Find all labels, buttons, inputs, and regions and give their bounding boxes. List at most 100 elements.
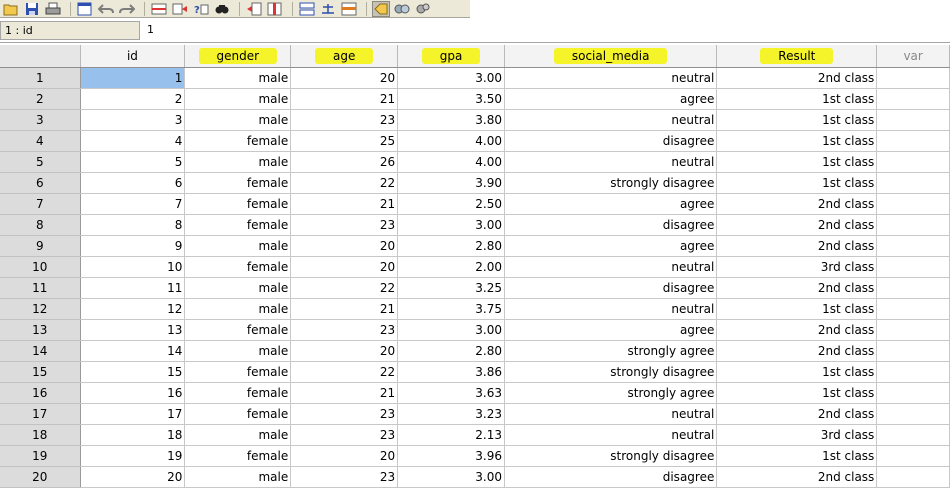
- cell-var-empty[interactable]: [876, 403, 950, 425]
- cell-var-empty[interactable]: [876, 109, 950, 131]
- cell-gender[interactable]: male: [184, 424, 292, 446]
- value-labels-icon[interactable]: [372, 0, 390, 17]
- cell-gpa[interactable]: 3.23: [397, 403, 505, 425]
- row-number[interactable]: 4: [0, 130, 81, 152]
- cell-gpa[interactable]: 3.80: [397, 109, 505, 131]
- corner-cell[interactable]: [0, 45, 81, 68]
- cell-age[interactable]: 23: [290, 466, 399, 488]
- cell-id[interactable]: 3: [80, 109, 186, 131]
- cell-gender[interactable]: female: [184, 319, 292, 341]
- save-icon[interactable]: [23, 1, 41, 17]
- cell-gender[interactable]: male: [184, 235, 292, 257]
- cell-social-media[interactable]: neutral: [504, 109, 718, 131]
- insert-cases-icon[interactable]: [245, 1, 263, 17]
- cell-result[interactable]: 2nd class: [716, 67, 878, 89]
- row-number[interactable]: 3: [0, 109, 81, 131]
- row-number[interactable]: 15: [0, 361, 81, 383]
- cell-age[interactable]: 23: [290, 109, 399, 131]
- use-sets-icon[interactable]: [393, 1, 411, 17]
- cell-gender[interactable]: male: [184, 277, 292, 299]
- dialog-recall-icon[interactable]: [76, 1, 94, 17]
- cell-social-media[interactable]: neutral: [504, 151, 718, 173]
- cell-id[interactable]: 13: [80, 319, 186, 341]
- cell-gender[interactable]: female: [184, 382, 292, 404]
- cell-var-empty[interactable]: [876, 67, 950, 89]
- find-icon[interactable]: [213, 1, 231, 17]
- row-number[interactable]: 17: [0, 403, 81, 425]
- cell-id[interactable]: 8: [80, 214, 186, 236]
- cell-result[interactable]: 1st class: [716, 151, 878, 173]
- cell-id[interactable]: 9: [80, 235, 186, 257]
- cell-var-empty[interactable]: [876, 172, 950, 194]
- cell-gpa[interactable]: 3.25: [397, 277, 505, 299]
- cell-result[interactable]: 1st class: [716, 109, 878, 131]
- column-header-gpa[interactable]: gpa: [397, 45, 505, 68]
- cell-result[interactable]: 1st class: [716, 130, 878, 152]
- cell-gpa[interactable]: 3.96: [397, 445, 505, 467]
- cell-gpa[interactable]: 3.86: [397, 361, 505, 383]
- cell-gender[interactable]: female: [184, 256, 292, 278]
- column-header-id[interactable]: id: [80, 45, 186, 68]
- row-number[interactable]: 9: [0, 235, 81, 257]
- column-header-var[interactable]: var: [876, 45, 950, 68]
- cell-result[interactable]: 3rd class: [716, 256, 878, 278]
- cell-id[interactable]: 16: [80, 382, 186, 404]
- column-header-age[interactable]: age: [290, 45, 399, 68]
- cell-gpa[interactable]: 2.80: [397, 235, 505, 257]
- insert-variable-col-icon[interactable]: [266, 1, 284, 17]
- cell-result[interactable]: 3rd class: [716, 424, 878, 446]
- cell-id[interactable]: 18: [80, 424, 186, 446]
- row-number[interactable]: 2: [0, 88, 81, 110]
- print-icon[interactable]: [44, 1, 62, 17]
- cell-gpa[interactable]: 3.00: [397, 319, 505, 341]
- row-number[interactable]: 6: [0, 172, 81, 194]
- cell-id[interactable]: 17: [80, 403, 186, 425]
- cell-gender[interactable]: female: [184, 193, 292, 215]
- redo-icon[interactable]: [118, 1, 136, 17]
- cell-gpa[interactable]: 4.00: [397, 151, 505, 173]
- row-number[interactable]: 13: [0, 319, 81, 341]
- cell-age[interactable]: 26: [290, 151, 399, 173]
- cell-social-media[interactable]: agree: [504, 88, 718, 110]
- show-all-icon[interactable]: [414, 1, 432, 17]
- cell-age[interactable]: 20: [290, 445, 399, 467]
- cell-result[interactable]: 2nd class: [716, 277, 878, 299]
- cell-id[interactable]: 15: [80, 361, 186, 383]
- cell-social-media[interactable]: strongly agree: [504, 340, 718, 362]
- open-icon[interactable]: [2, 1, 20, 17]
- cell-social-media[interactable]: disagree: [504, 277, 718, 299]
- cell-age[interactable]: 20: [290, 256, 399, 278]
- cell-id[interactable]: 7: [80, 193, 186, 215]
- row-number[interactable]: 14: [0, 340, 81, 362]
- row-number[interactable]: 8: [0, 214, 81, 236]
- cell-gender[interactable]: female: [184, 214, 292, 236]
- cell-var-empty[interactable]: [876, 361, 950, 383]
- cell-gpa[interactable]: 3.50: [397, 88, 505, 110]
- cell-var-empty[interactable]: [876, 319, 950, 341]
- cell-var-empty[interactable]: [876, 340, 950, 362]
- row-number[interactable]: 12: [0, 298, 81, 320]
- cell-age[interactable]: 22: [290, 172, 399, 194]
- goto-case-icon[interactable]: [150, 1, 168, 17]
- cell-gender[interactable]: female: [184, 172, 292, 194]
- cell-age[interactable]: 23: [290, 424, 399, 446]
- cell-social-media[interactable]: strongly disagree: [504, 172, 718, 194]
- cell-social-media[interactable]: agree: [504, 319, 718, 341]
- cell-var-empty[interactable]: [876, 424, 950, 446]
- cell-var-empty[interactable]: [876, 214, 950, 236]
- cell-result[interactable]: 2nd class: [716, 466, 878, 488]
- cell-gpa[interactable]: 2.80: [397, 340, 505, 362]
- cell-gender[interactable]: male: [184, 67, 292, 89]
- cell-var-empty[interactable]: [876, 88, 950, 110]
- cell-age[interactable]: 21: [290, 88, 399, 110]
- insert-variable-icon[interactable]: [171, 1, 189, 17]
- cell-social-media[interactable]: disagree: [504, 214, 718, 236]
- cell-gender[interactable]: male: [184, 88, 292, 110]
- cell-value-input[interactable]: 1: [143, 21, 950, 40]
- cell-age[interactable]: 21: [290, 193, 399, 215]
- cell-id[interactable]: 19: [80, 445, 186, 467]
- column-header-social-media[interactable]: social_media: [504, 45, 718, 68]
- cell-gender[interactable]: female: [184, 403, 292, 425]
- cell-social-media[interactable]: agree: [504, 193, 718, 215]
- cell-result[interactable]: 2nd class: [716, 403, 878, 425]
